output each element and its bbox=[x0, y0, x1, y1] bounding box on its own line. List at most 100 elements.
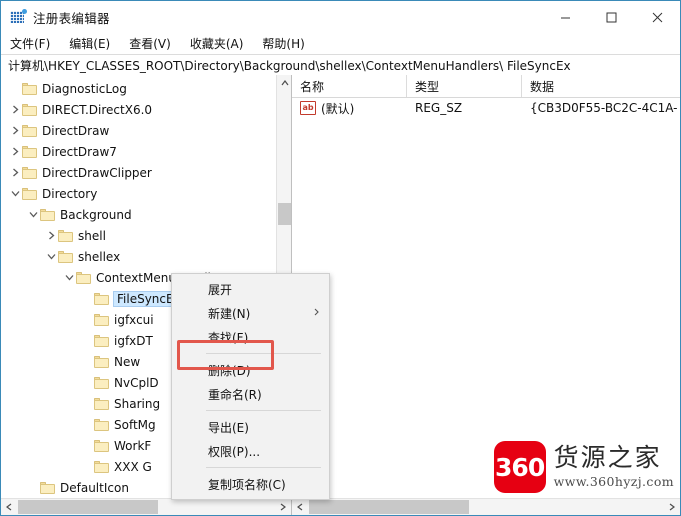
ctx-rename[interactable]: 重命名(R) bbox=[172, 382, 329, 406]
column-header-1[interactable]: 类型 bbox=[407, 75, 522, 97]
maximize-icon[interactable] bbox=[588, 1, 634, 33]
chevron-right-icon[interactable] bbox=[45, 225, 58, 246]
column-header-label: 名称 bbox=[300, 79, 325, 94]
value-type-cell: REG_SZ bbox=[415, 101, 463, 115]
values-horizontal-scrollbar[interactable] bbox=[292, 498, 680, 515]
folder-icon bbox=[58, 229, 73, 242]
watermark-logo: 360 bbox=[493, 441, 546, 493]
tree-item-label: DirectDraw bbox=[42, 123, 110, 138]
watermark-brand: 货源之家 bbox=[553, 443, 662, 473]
minimize-icon[interactable] bbox=[542, 1, 588, 33]
tree-item-label: igfxDT bbox=[114, 333, 153, 348]
tree-line-stub bbox=[81, 309, 94, 330]
chevron-right-icon[interactable] bbox=[9, 141, 22, 162]
tree-item-shell[interactable]: shell bbox=[1, 225, 276, 246]
folder-icon bbox=[22, 124, 37, 137]
ctx-find[interactable]: 查找(F)... bbox=[172, 325, 329, 349]
chevron-down-icon[interactable] bbox=[63, 267, 76, 288]
tree-item-background[interactable]: Background bbox=[1, 204, 276, 225]
folder-icon bbox=[76, 271, 91, 284]
menu-help[interactable]: 帮助(H) bbox=[262, 35, 313, 52]
tree-item-label: shell bbox=[78, 228, 106, 243]
folder-icon bbox=[94, 313, 109, 326]
menu-item-label: 删除(D) bbox=[208, 363, 251, 378]
folder-icon bbox=[22, 103, 37, 116]
values-scroll-right-icon[interactable] bbox=[664, 499, 680, 515]
ctx-expand[interactable]: 展开 bbox=[172, 277, 329, 301]
tree-item-label: NvCplD bbox=[114, 375, 159, 390]
address-bar[interactable]: 计算机\HKEY_CLASSES_ROOT\Directory\Backgrou… bbox=[1, 54, 680, 76]
tree-item-diagnosticlog[interactable]: DiagnosticLog bbox=[1, 78, 276, 99]
tree-item-directdraw7[interactable]: DirectDraw7 bbox=[1, 141, 276, 162]
tree-line-stub bbox=[81, 351, 94, 372]
tree-scroll-thumb[interactable] bbox=[278, 203, 291, 225]
folder-icon bbox=[94, 334, 109, 347]
chevron-down-icon[interactable] bbox=[9, 183, 22, 204]
menu-edit[interactable]: 编辑(E) bbox=[69, 35, 119, 52]
tree-item-directory[interactable]: Directory bbox=[1, 183, 276, 204]
folder-icon bbox=[58, 250, 73, 263]
column-header-0[interactable]: 名称 bbox=[292, 75, 407, 97]
tree-line-stub bbox=[81, 372, 94, 393]
scroll-up-icon[interactable] bbox=[277, 75, 292, 91]
tree-item-label: Sharing bbox=[114, 396, 161, 411]
ctx-export[interactable]: 导出(E) bbox=[172, 415, 329, 439]
column-header-2[interactable]: 数据 bbox=[522, 75, 678, 97]
folder-icon bbox=[40, 208, 55, 221]
ab-string-icon: ab bbox=[300, 101, 316, 115]
tree-line-stub bbox=[81, 330, 94, 351]
chevron-down-icon[interactable] bbox=[27, 204, 40, 225]
menu-view[interactable]: 查看(V) bbox=[129, 35, 180, 52]
menu-separator bbox=[206, 467, 321, 468]
menu-file[interactable]: 文件(F) bbox=[10, 35, 59, 52]
context-menu[interactable]: 展开 新建(N) 查找(F)... 删除(D) 重命名(R) 导出(E) 权限(P)... 复… bbox=[171, 273, 330, 500]
tree-item-label: DefaultIcon bbox=[60, 480, 129, 495]
tree-item-directdraw[interactable]: DirectDraw bbox=[1, 120, 276, 141]
tree-item-direct-directx6-0[interactable]: DIRECT.DirectX6.0 bbox=[1, 99, 276, 120]
menu-separator bbox=[206, 353, 321, 354]
folder-icon bbox=[22, 187, 37, 200]
chevron-right-icon[interactable] bbox=[9, 162, 22, 183]
folder-icon bbox=[40, 481, 55, 494]
watermark: 360 货源之家 www.360hyzj.com bbox=[493, 441, 674, 493]
menu-bar: 文件(F) 编辑(E) 查看(V) 收藏夹(A) 帮助(H) bbox=[1, 33, 680, 54]
title-bar: 注册表编辑器 bbox=[1, 1, 680, 33]
tree-hscroll-thumb[interactable] bbox=[18, 500, 158, 514]
table-row[interactable]: ab (默认) REG_SZ {CB3D0F55-BC2C-4C1A-85 bbox=[292, 98, 680, 118]
registry-icon bbox=[10, 9, 27, 25]
menu-item-label: 复制项名称(C) bbox=[208, 477, 286, 492]
ctx-permissions[interactable]: 权限(P)... bbox=[172, 439, 329, 463]
values-scroll-left-icon[interactable] bbox=[292, 499, 308, 515]
tree-line-stub bbox=[81, 456, 94, 477]
window-title: 注册表编辑器 bbox=[33, 10, 110, 26]
tree-item-directdrawclipper[interactable]: DirectDrawClipper bbox=[1, 162, 276, 183]
folder-icon bbox=[94, 439, 109, 452]
ctx-new[interactable]: 新建(N) bbox=[172, 301, 329, 325]
chevron-down-icon[interactable] bbox=[45, 246, 58, 267]
folder-icon bbox=[94, 376, 109, 389]
watermark-url: www.360hyzj.com bbox=[553, 473, 674, 489]
ctx-copy-key-name[interactable]: 复制项名称(C) bbox=[172, 472, 329, 496]
folder-icon bbox=[22, 82, 37, 95]
chevron-right-icon[interactable] bbox=[9, 120, 22, 141]
scroll-left-icon[interactable] bbox=[1, 499, 17, 515]
tree-item-label: Background bbox=[60, 207, 132, 222]
close-icon[interactable] bbox=[634, 1, 680, 33]
values-column-headers: 名称 类型 数据 bbox=[292, 75, 680, 98]
chevron-right-icon[interactable] bbox=[9, 99, 22, 120]
values-hscroll-thumb[interactable] bbox=[309, 500, 469, 514]
tree-line-stub bbox=[81, 288, 94, 309]
submenu-arrow-icon bbox=[314, 308, 319, 319]
tree-horizontal-scrollbar[interactable] bbox=[1, 498, 291, 515]
ctx-delete[interactable]: 删除(D) bbox=[172, 358, 329, 382]
tree-item-shellex[interactable]: shellex bbox=[1, 246, 276, 267]
tree-item-label: DirectDrawClipper bbox=[42, 165, 152, 180]
menu-favorites[interactable]: 收藏夹(A) bbox=[190, 35, 253, 52]
column-header-label: 类型 bbox=[415, 79, 440, 94]
tree-line-stub bbox=[27, 477, 40, 498]
values-list[interactable]: ab (默认) REG_SZ {CB3D0F55-BC2C-4C1A-85 bbox=[292, 98, 680, 118]
scroll-right-icon[interactable] bbox=[275, 499, 291, 515]
menu-item-label: 重命名(R) bbox=[208, 387, 262, 402]
window-controls bbox=[542, 1, 680, 33]
folder-icon bbox=[94, 460, 109, 473]
